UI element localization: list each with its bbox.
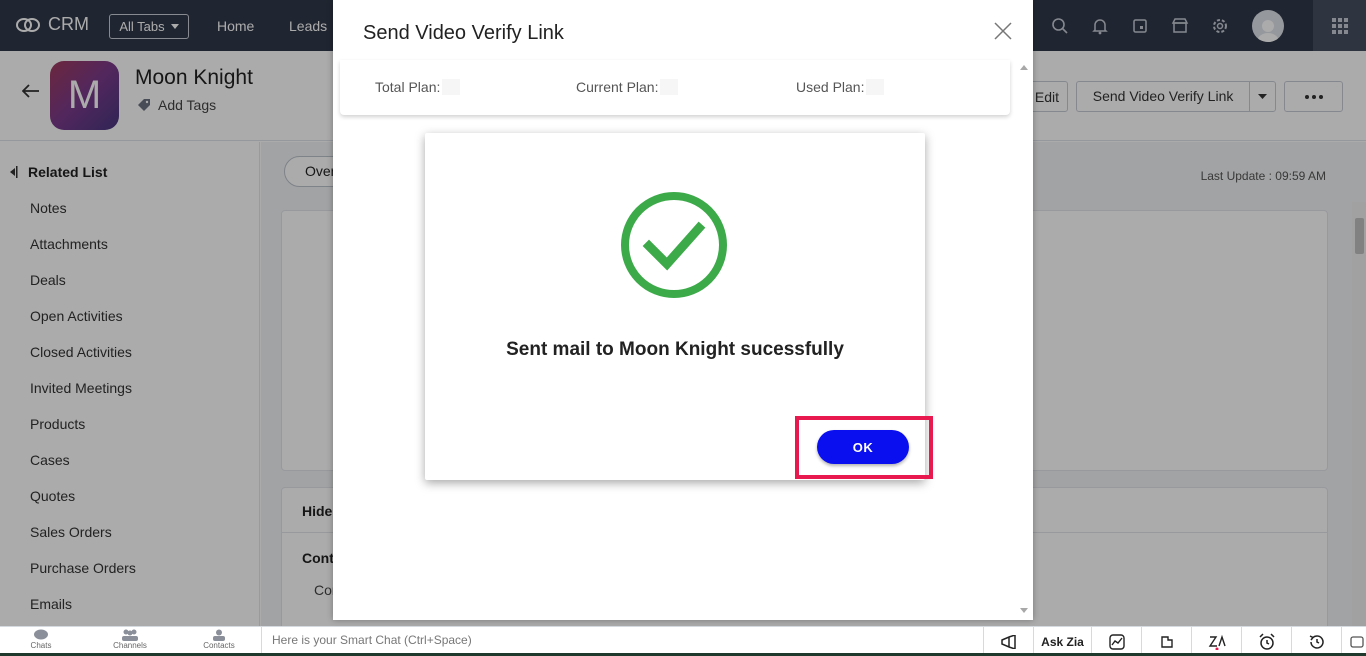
modal-scrollbar[interactable] xyxy=(1016,60,1032,618)
contact-icon xyxy=(213,629,225,641)
analytics-icon[interactable] xyxy=(1091,627,1141,656)
contacts-button[interactable]: Contacts xyxy=(189,629,249,650)
chats-button[interactable]: Chats xyxy=(11,629,71,650)
current-plan-label: Current Plan: xyxy=(576,79,659,95)
zia-icon[interactable] xyxy=(1191,627,1241,656)
channels-label: Channels xyxy=(113,641,147,650)
close-icon[interactable] xyxy=(993,21,1013,46)
total-plan: Total Plan: xyxy=(375,79,461,95)
people-icon xyxy=(122,629,138,641)
chat-icon xyxy=(34,629,48,640)
used-plan: Used Plan: xyxy=(796,79,885,95)
ask-zia-button[interactable]: Ask Zia xyxy=(1033,627,1091,656)
current-plan: Current Plan: xyxy=(576,79,679,95)
send-video-verify-modal: Send Video Verify Link Total Plan: Curre… xyxy=(333,0,1033,620)
feedback-icon[interactable] xyxy=(1341,627,1366,656)
smart-chat-input[interactable]: Here is your Smart Chat (Ctrl+Space) xyxy=(261,627,981,656)
bottom-bar: Chats Channels Contacts Here is your Sma… xyxy=(0,626,1366,656)
scroll-down-arrow-icon[interactable] xyxy=(1020,608,1028,613)
ok-button[interactable]: OK xyxy=(817,430,909,464)
used-plan-label: Used Plan: xyxy=(796,79,865,95)
success-check-icon xyxy=(619,190,729,305)
total-plan-label: Total Plan: xyxy=(375,79,441,95)
scroll-up-arrow-icon[interactable] xyxy=(1020,65,1028,70)
plan-summary-card: Total Plan: Current Plan: Used Plan: xyxy=(340,60,1010,115)
success-dialog: Sent mail to Moon Knight sucessfully OK xyxy=(425,133,933,480)
contacts-label: Contacts xyxy=(203,641,235,650)
signal-icon[interactable] xyxy=(1141,627,1191,656)
channels-button[interactable]: Channels xyxy=(100,629,160,650)
success-message: Sent mail to Moon Knight sucessfully xyxy=(506,339,844,360)
alarm-clock-icon[interactable] xyxy=(1241,627,1291,656)
modal-title: Send Video Verify Link xyxy=(363,22,564,44)
history-icon[interactable] xyxy=(1291,627,1341,656)
bottom-right-tools: Ask Zia xyxy=(983,627,1366,656)
announcement-icon[interactable] xyxy=(983,627,1033,656)
chats-label: Chats xyxy=(30,641,52,650)
crm-app: CRM All Tabs Home Leads M Moon Knight Ad… xyxy=(0,0,1366,656)
